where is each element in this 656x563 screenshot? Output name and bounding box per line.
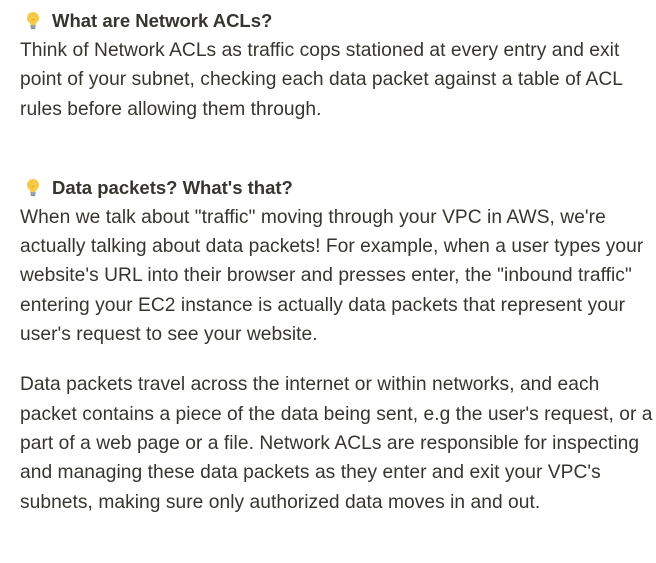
section-paragraph: Think of Network ACLs as traffic cops st… [20,40,623,120]
document-page: What are Network ACLs? Think of Network … [0,0,656,563]
lightbulb-icon [22,177,44,199]
section-paragraph: Data packets travel across the internet … [20,374,653,513]
lightbulb-icon [22,10,44,32]
section-heading: What are Network ACLs? [20,6,656,36]
section-heading-text: Data packets? What's that? [52,176,293,198]
section-heading-text: What are Network ACLs? [52,10,273,31]
section-heading: Data packets? What's that? [20,173,656,203]
section-network-acls: What are Network ACLs? Think of Network … [20,6,656,124]
section-paragraph: When we talk about "traffic" moving thro… [20,206,644,346]
section-data-packets: Data packets? What's that? When we talk … [20,173,656,517]
